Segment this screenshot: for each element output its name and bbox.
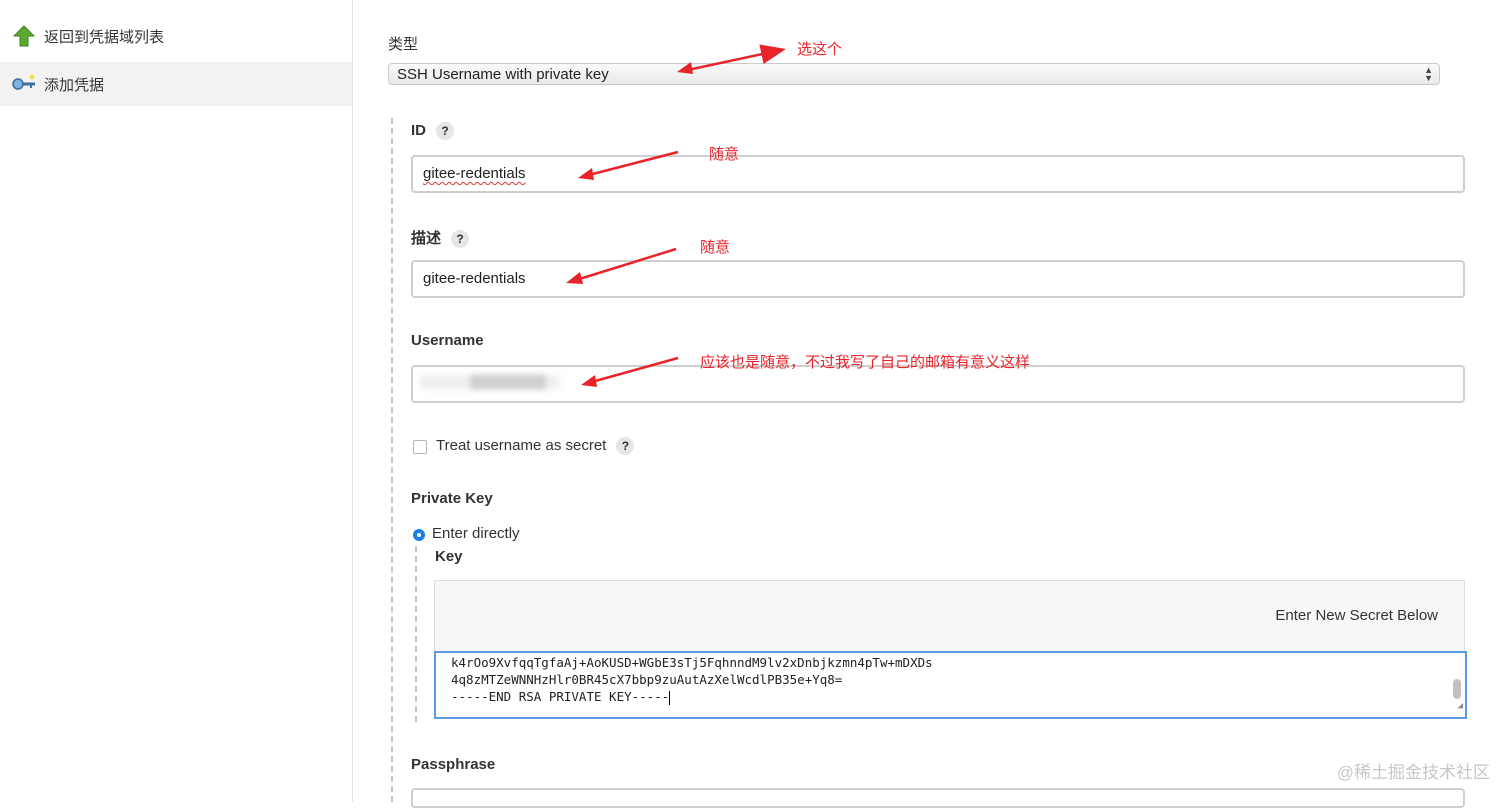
annotation-arrowhead bbox=[581, 375, 597, 387]
annotation-arrows bbox=[566, 44, 786, 387]
annotation-arrowhead bbox=[578, 168, 594, 180]
watermark: @稀土掘金技术社区 bbox=[1336, 763, 1490, 782]
annotation-arrow bbox=[587, 356, 679, 385]
annotation-arrow bbox=[584, 150, 679, 178]
annotation-arrow bbox=[682, 44, 786, 73]
annotation-arrow bbox=[572, 247, 677, 283]
annotation-arrowhead bbox=[566, 272, 583, 284]
annotation-arrowhead bbox=[677, 62, 693, 74]
